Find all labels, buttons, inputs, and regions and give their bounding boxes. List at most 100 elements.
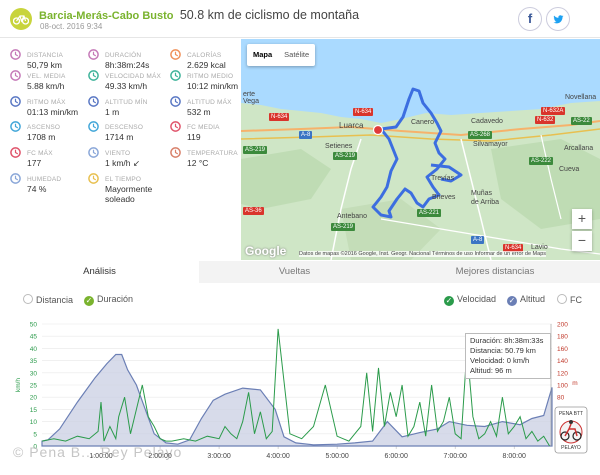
road-n634-1: N-634 bbox=[269, 113, 290, 121]
checkbox-checked-icon: ✓ bbox=[444, 296, 454, 306]
place-erte: erte bbox=[243, 91, 256, 98]
stat-label: Descenso bbox=[105, 124, 144, 131]
analysis-tabs: Análisis Vueltas Mejores distancias bbox=[0, 261, 600, 283]
toggle-altitude[interactable]: ✓ Altitud bbox=[507, 294, 545, 306]
tooltip-altitude: Altitud: 96 m bbox=[470, 366, 512, 375]
descent-icon bbox=[88, 121, 99, 132]
stat-weather: El tiempo Mayormente soleado bbox=[88, 170, 168, 204]
road-as219-3: AS-219 bbox=[331, 223, 356, 231]
y-left-tick-label: 15 bbox=[30, 407, 38, 414]
facebook-share-button[interactable]: f bbox=[518, 7, 542, 31]
altitude-min-icon bbox=[88, 96, 99, 107]
route-name-link[interactable]: Barcia-Merás-Cabo Busto bbox=[39, 10, 173, 22]
zoom-in-button[interactable]: + bbox=[572, 209, 592, 229]
place-trevias: Trevías bbox=[431, 175, 455, 182]
road-n632a: N-632A bbox=[541, 107, 566, 115]
activity-page: Barcia-Merás-Cabo Busto 50.8 km de cicli… bbox=[0, 0, 600, 475]
stat-label: Vel. media bbox=[27, 73, 66, 80]
humidity-icon bbox=[10, 173, 21, 184]
x-tick-label: 5:00:00 bbox=[325, 453, 348, 460]
y-left-tick-label: 40 bbox=[30, 346, 38, 353]
stat-label: Ritmo medio bbox=[187, 73, 234, 80]
stat-value: 10:12 min/km bbox=[187, 81, 239, 91]
tab-laps[interactable]: Vueltas bbox=[199, 261, 390, 283]
activity-date: 08-oct. 2016 9:34 bbox=[40, 22, 103, 31]
tooltip-speed: Velocidad: 0 km/h bbox=[470, 356, 530, 365]
place-cadavedo: Cadavedo bbox=[471, 118, 503, 125]
place-novellana: Novellana bbox=[565, 94, 597, 101]
x-tick-label: 4:00:00 bbox=[266, 453, 289, 460]
stat-speed-avg: Vel. media 5.88 km/h bbox=[10, 67, 90, 93]
route-map[interactable]: Mapa Satélite erte Vega Luarca Setienes … bbox=[241, 39, 600, 260]
stat-label: Temperatura bbox=[187, 150, 238, 157]
tooltip-duration: Duración: 8h:38m:33s bbox=[470, 336, 544, 345]
wind-icon bbox=[88, 147, 99, 158]
stat-altitude-min: Altitud mín 1 m bbox=[88, 93, 168, 119]
y-left-tick-label: 35 bbox=[30, 358, 38, 365]
radio-checked-icon: ✓ bbox=[84, 296, 94, 306]
road-as36: AS-36 bbox=[243, 207, 264, 215]
stats-panel: Distancia 50,79 km Duración 8h:38m:24s Calor… bbox=[0, 39, 241, 260]
road-a8-1: A-8 bbox=[299, 131, 313, 139]
stat-ascent: Ascenso 1708 m bbox=[10, 118, 90, 144]
stat-label: Velocidad máx bbox=[105, 73, 162, 80]
y-left-tick-label: 45 bbox=[30, 334, 38, 341]
place-arcallana: Arcallana bbox=[564, 145, 594, 152]
distance-icon bbox=[10, 49, 21, 60]
toggle-hr[interactable]: FC bbox=[557, 294, 582, 305]
place-vega: Vega bbox=[243, 98, 259, 105]
stat-pace-avg: Ritmo medio 10:12 min/km bbox=[170, 67, 250, 93]
google-logo: Google bbox=[245, 244, 287, 258]
y-left-tick-label: 25 bbox=[30, 383, 38, 390]
stat-label: FC máx bbox=[27, 150, 53, 157]
road-as268: AS-268 bbox=[468, 131, 493, 139]
tab-best-distances[interactable]: Mejores distancias bbox=[390, 261, 600, 283]
map-canvas bbox=[241, 39, 600, 260]
thermometer-icon bbox=[170, 147, 181, 158]
toggle-distance[interactable]: Distancia bbox=[23, 294, 73, 305]
stat-label: El tiempo bbox=[105, 176, 142, 183]
road-as221: AS-221 bbox=[417, 209, 442, 217]
stat-speed-max: Velocidad máx 49.33 km/h bbox=[88, 67, 168, 93]
map-tab-map[interactable]: Mapa bbox=[247, 44, 278, 66]
stat-value: 1714 m bbox=[105, 132, 134, 142]
activity-title: Barcia-Merás-Cabo Busto 50.8 km de cicli… bbox=[39, 8, 359, 22]
y-right-tick-label: 120 bbox=[557, 370, 568, 377]
road-as219-2: AS-219 bbox=[243, 146, 268, 154]
stat-value: 74 % bbox=[27, 184, 47, 194]
pace-avg-icon bbox=[170, 70, 181, 81]
toggle-duration[interactable]: ✓ Duración bbox=[84, 294, 133, 306]
place-antebano: Antebano bbox=[337, 213, 367, 220]
road-n632: N-632 bbox=[535, 116, 556, 124]
road-as222: AS-222 bbox=[529, 157, 554, 165]
y-left-tick-label: 5 bbox=[33, 431, 37, 438]
speed-max-icon bbox=[88, 70, 99, 81]
x-tick-label: 3:00:00 bbox=[207, 453, 230, 460]
y-left-tick-label: 50 bbox=[30, 322, 38, 329]
map-attribution[interactable]: Datos de mapas ©2016 Google, Inst. Geogr… bbox=[299, 251, 546, 257]
stat-label: Duración bbox=[105, 52, 142, 59]
x-tick-label: 8:00:00 bbox=[503, 453, 526, 460]
checkbox-empty-icon bbox=[557, 294, 567, 304]
y-right-tick-label: 180 bbox=[557, 334, 568, 341]
map-type-toggle: Mapa Satélite bbox=[247, 44, 316, 66]
stat-label: Altitud mín bbox=[105, 99, 148, 106]
stat-label: Calorías bbox=[187, 52, 222, 59]
toggle-speed[interactable]: ✓ Velocidad bbox=[444, 294, 496, 306]
watermark-text: © Pena B... Rey Pelayo bbox=[13, 444, 183, 460]
stat-humidity: Humedad 74 % bbox=[10, 170, 90, 196]
place-setienes: Setienes bbox=[325, 143, 353, 150]
toggle-hr-label: FC bbox=[570, 295, 582, 305]
heart-avg-icon bbox=[170, 121, 181, 132]
stat-value: 532 m bbox=[187, 107, 211, 117]
map-tab-satellite[interactable]: Satélite bbox=[278, 44, 315, 66]
y-left-axis-label: km/h bbox=[15, 378, 22, 392]
road-a8-2: A-8 bbox=[471, 236, 485, 244]
place-luarca: Luarca bbox=[339, 121, 364, 130]
y-right-axis-label: m bbox=[572, 380, 577, 387]
tab-analysis[interactable]: Análisis bbox=[0, 261, 199, 283]
zoom-out-button[interactable]: − bbox=[572, 231, 592, 251]
twitter-share-button[interactable] bbox=[546, 7, 570, 31]
stat-thermometer: Temperatura 12 °C bbox=[170, 144, 250, 170]
y-left-tick-label: 10 bbox=[30, 419, 38, 426]
